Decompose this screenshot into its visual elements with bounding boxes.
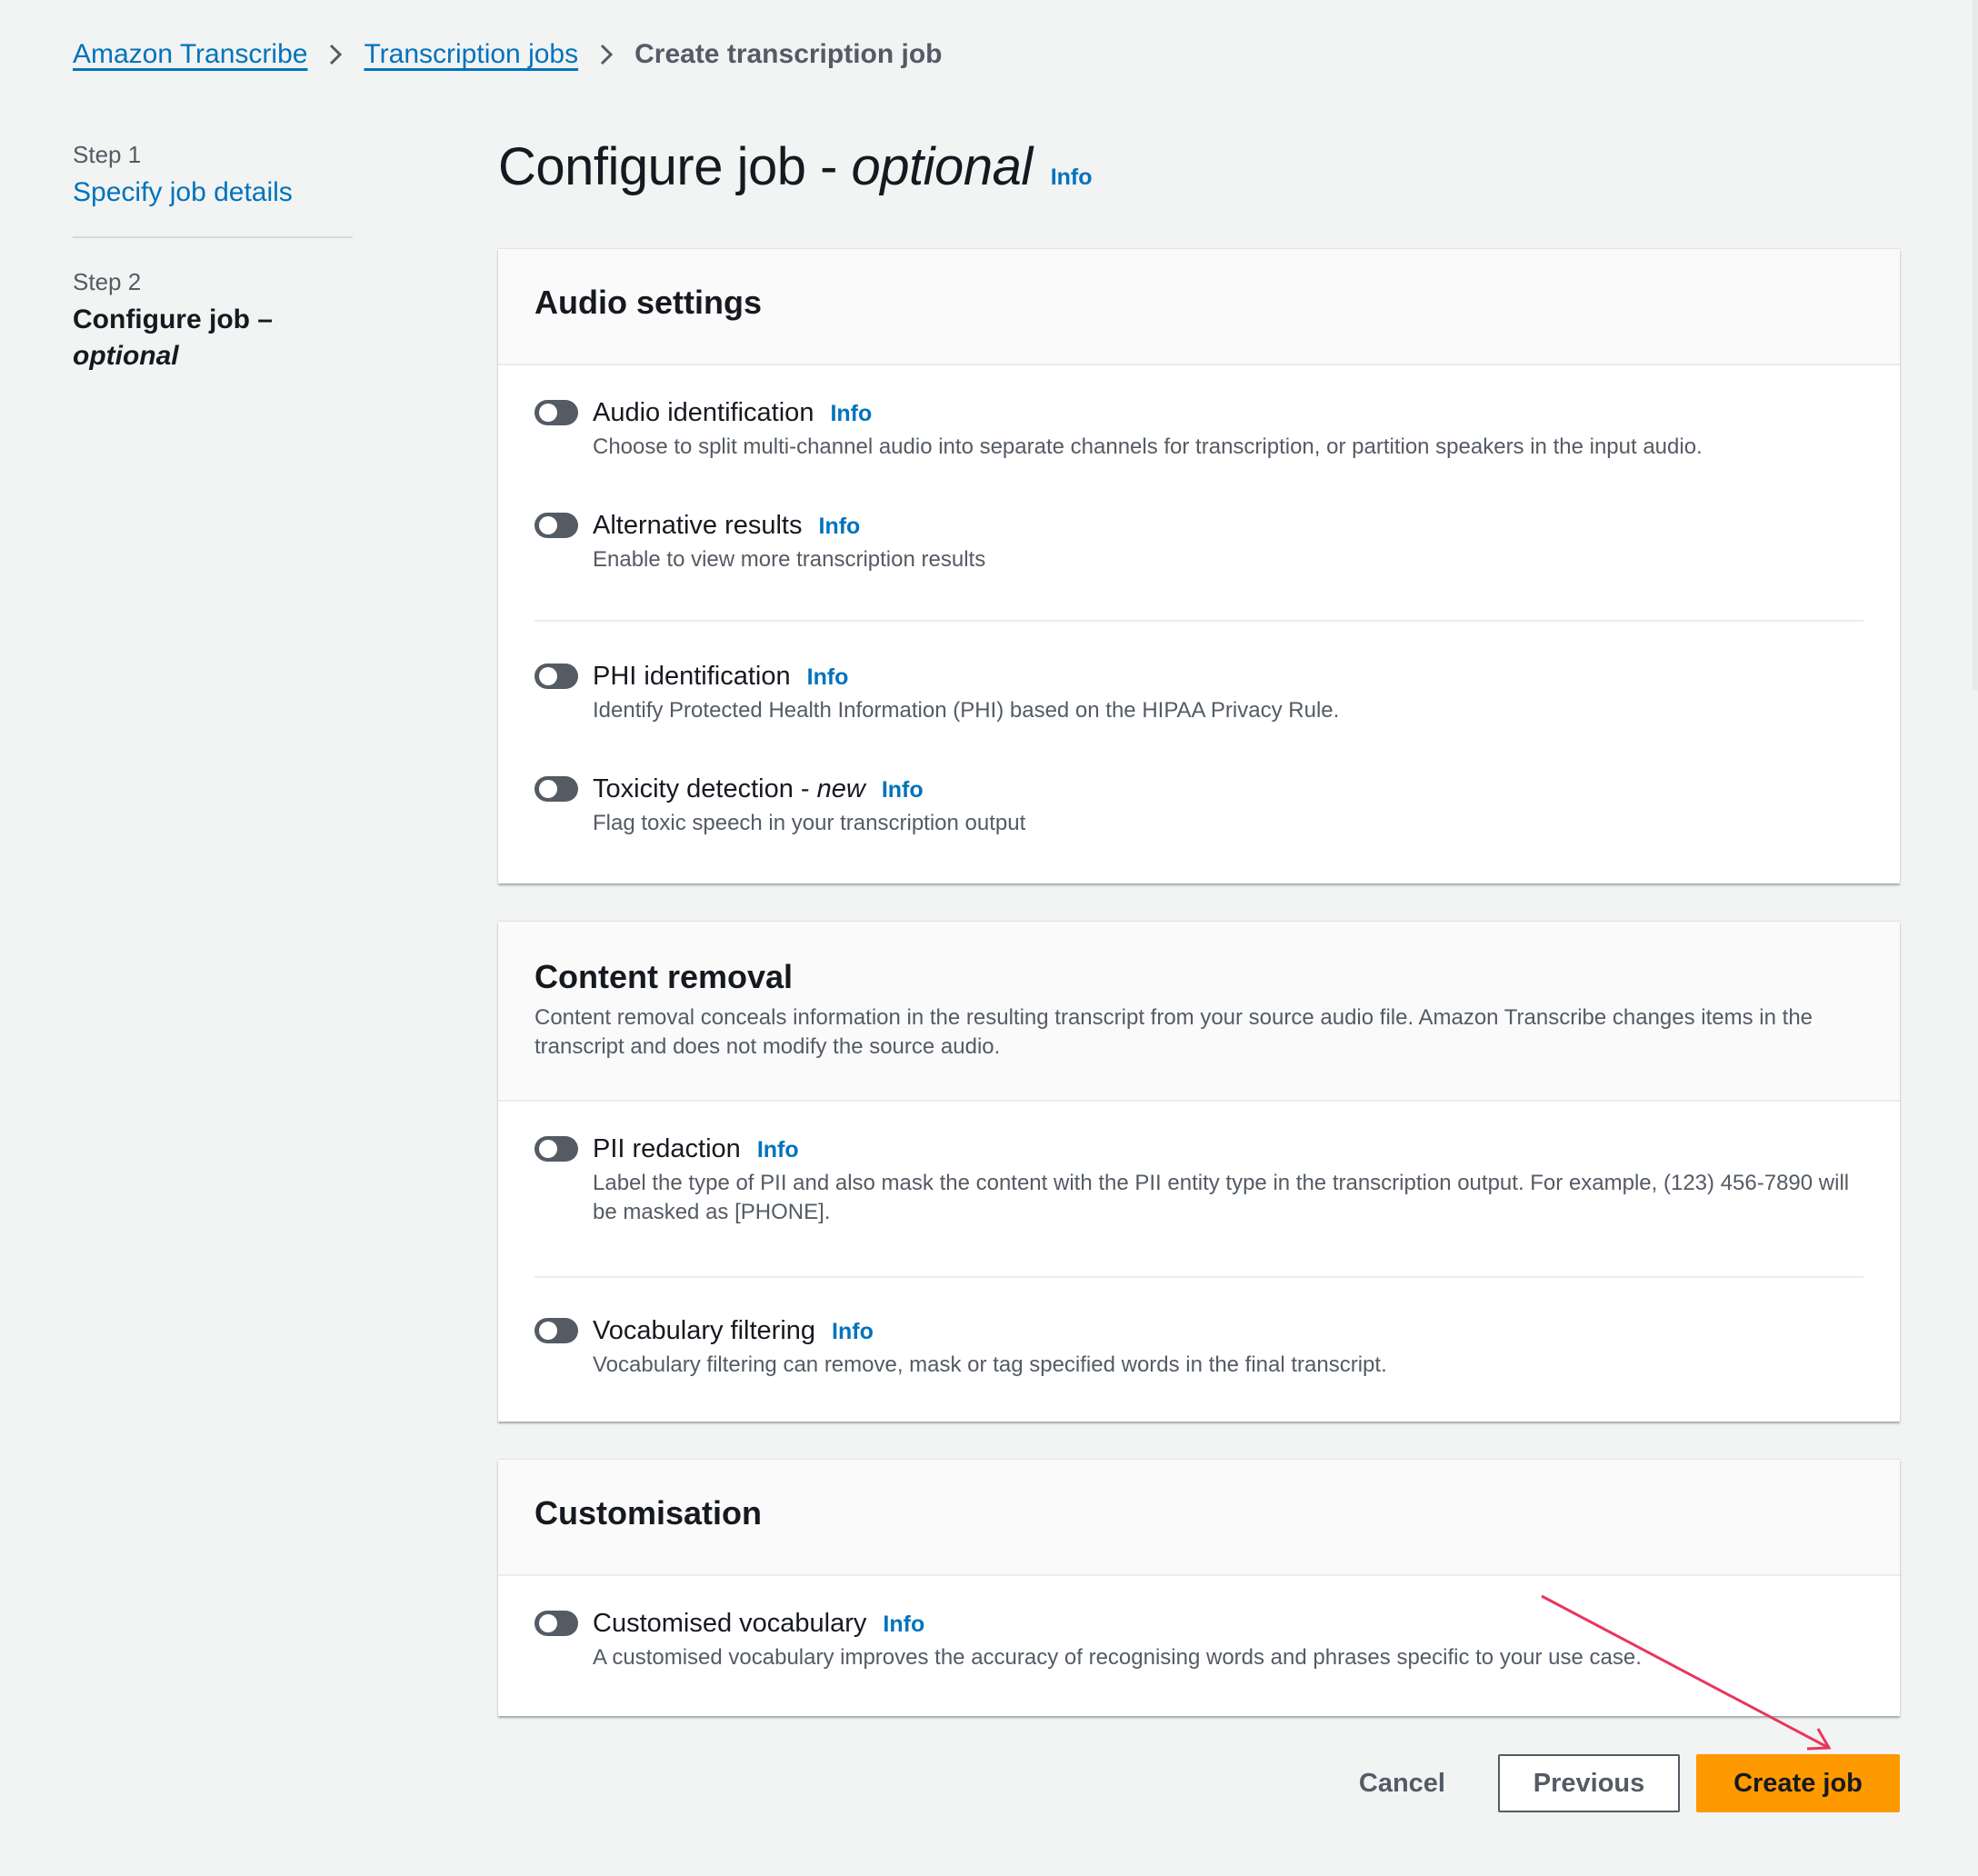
info-link[interactable]: Info — [883, 1612, 924, 1637]
toxicity-label-text: Toxicity detection - — [593, 774, 817, 803]
info-link[interactable]: Info — [830, 401, 872, 426]
option-label: Alternative results — [593, 511, 803, 540]
breadcrumb: Amazon Transcribe Transcription jobs Cre… — [73, 33, 943, 76]
option-toxicity-detection: Toxicity detection - new Info Flag toxic … — [534, 773, 1863, 838]
page-header: Configure job - optional Info — [498, 136, 1900, 209]
customisation-panel: Customisation Customised vocabulary Info … — [498, 1460, 1900, 1716]
main-content: Configure job - optional Info Audio sett… — [498, 136, 1900, 1716]
option-label: Toxicity detection - new — [593, 774, 865, 803]
phi-identification-toggle[interactable] — [534, 664, 578, 689]
breadcrumb-amazon-transcribe[interactable]: Amazon Transcribe — [73, 33, 307, 76]
toxicity-detection-toggle[interactable] — [534, 776, 578, 802]
customisation-header: Customisation — [498, 1460, 1900, 1576]
section-divider — [534, 620, 1863, 622]
option-label: Customised vocabulary — [593, 1609, 867, 1638]
option-description: Identify Protected Health Information (P… — [593, 698, 1340, 723]
page-title-text: Configure job - — [498, 137, 852, 196]
vocabulary-filtering-toggle[interactable] — [534, 1318, 578, 1343]
form-actions: Cancel Previous Create job — [1306, 1754, 1900, 1812]
option-description: Label the type of PII and also mask the … — [593, 1171, 1850, 1224]
option-vocabulary-filtering: Vocabulary filtering Info Vocabulary filt… — [534, 1314, 1863, 1380]
option-label: PHI identification — [593, 662, 791, 691]
option-description: Vocabulary filtering can remove, mask or… — [593, 1352, 1387, 1377]
chevron-right-icon — [578, 43, 634, 66]
step-2-title: Configure job – — [73, 304, 273, 334]
option-description: Enable to view more transcription result… — [593, 547, 986, 572]
step-1-label: Step 1 — [73, 141, 142, 168]
option-description: Flag toxic speech in your transcription … — [593, 811, 1026, 835]
audio-settings-header: Audio settings — [498, 249, 1900, 365]
alternative-results-toggle[interactable] — [534, 513, 578, 538]
option-label: PII redaction — [593, 1134, 741, 1163]
option-audio-identification: Audio identification Info Choose to split… — [534, 396, 1863, 462]
content-removal-header: Content removal Content removal conceals… — [498, 922, 1900, 1102]
page-scrollbar[interactable] — [1973, 0, 1978, 691]
info-link[interactable]: Info — [819, 514, 861, 539]
content-removal-title: Content removal — [534, 958, 794, 995]
content-removal-description: Content removal conceals information in … — [534, 1005, 1813, 1059]
step-2-current: Configure job – optional — [73, 302, 353, 374]
customisation-title: Customisation — [534, 1494, 763, 1532]
option-phi-identification: PHI identification Info Identify Protecte… — [534, 660, 1863, 725]
content-removal-panel: Content removal Content removal conceals… — [498, 922, 1900, 1422]
info-link[interactable]: Info — [882, 777, 924, 803]
cancel-button[interactable]: Cancel — [1306, 1769, 1498, 1799]
step-1-link[interactable]: Specify job details — [73, 173, 353, 213]
create-job-button[interactable]: Create job — [1696, 1754, 1900, 1812]
wizard-steps: Step 1 Specify job details Step 2 Config… — [73, 138, 353, 374]
option-alternative-results: Alternative results Info Enable to view m… — [534, 509, 1863, 574]
customised-vocabulary-toggle[interactable] — [534, 1611, 578, 1636]
option-customised-vocabulary: Customised vocabulary Info A customised v… — [534, 1607, 1863, 1672]
info-link[interactable]: Info — [807, 664, 849, 690]
page-title-optional: optional — [851, 137, 1034, 196]
page-info-link[interactable]: Info — [1051, 165, 1093, 191]
chevron-right-icon — [307, 43, 364, 66]
breadcrumb-current: Create transcription job — [634, 39, 943, 69]
audio-identification-toggle[interactable] — [534, 400, 578, 425]
option-pii-redaction: PII redaction Info Label the type of PII … — [534, 1133, 1863, 1227]
audio-settings-title: Audio settings — [534, 284, 762, 321]
step-divider — [73, 236, 353, 238]
previous-button[interactable]: Previous — [1498, 1754, 1680, 1812]
option-description: Choose to split multi-channel audio into… — [593, 434, 1703, 459]
step-2-label: Step 2 — [73, 268, 142, 295]
pii-redaction-toggle[interactable] — [534, 1136, 578, 1162]
info-link[interactable]: Info — [757, 1137, 799, 1163]
breadcrumb-transcription-jobs[interactable]: Transcription jobs — [364, 33, 578, 76]
info-link[interactable]: Info — [832, 1319, 874, 1344]
new-tag: new — [816, 774, 865, 803]
step-2-title-optional: optional — [73, 341, 179, 371]
page-title: Configure job - optional — [498, 136, 1033, 197]
section-divider — [534, 1276, 1863, 1278]
option-description: A customised vocabulary improves the acc… — [593, 1645, 1642, 1670]
option-label: Audio identification — [593, 398, 814, 427]
option-label: Vocabulary filtering — [593, 1316, 816, 1345]
audio-settings-panel: Audio settings Audio identification Info … — [498, 249, 1900, 883]
